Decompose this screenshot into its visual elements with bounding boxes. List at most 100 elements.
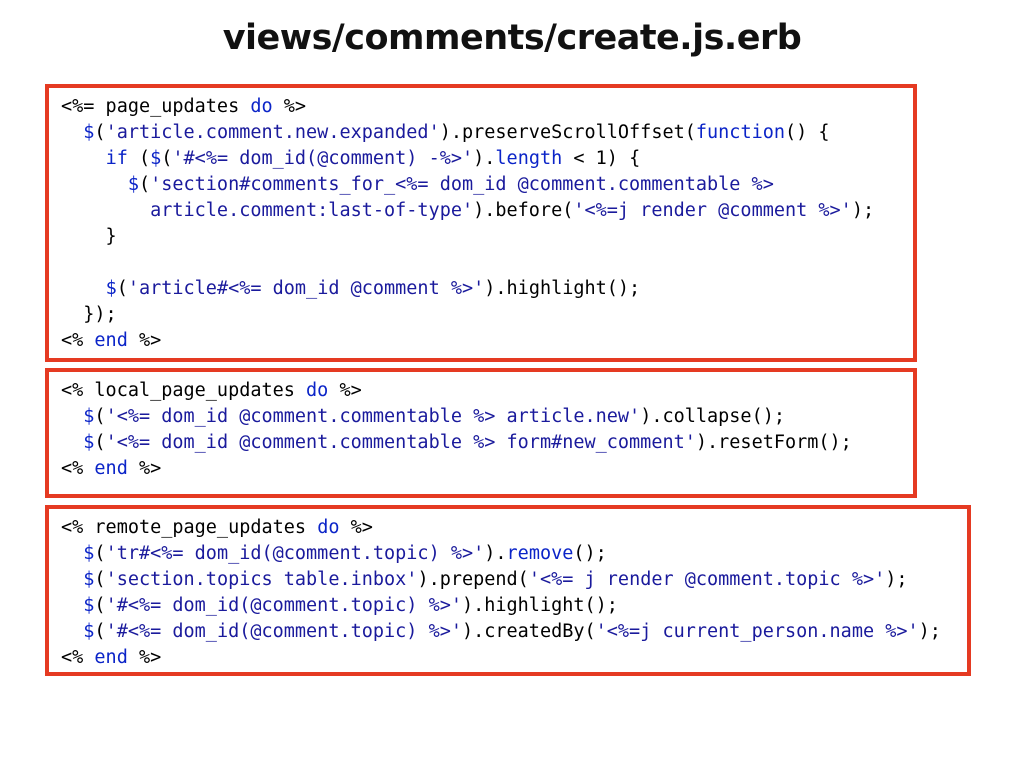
code-text: ( [161,148,173,169]
jquery-dollar: $ [127,174,139,195]
erb-text [61,595,83,616]
code-text: ( [94,569,106,590]
code-text: ).highlight(); [461,595,618,616]
code-line: <%= page_updates do %> [61,94,913,120]
erb-text [61,406,83,427]
erb-text [61,148,106,169]
string-literal: 'section.topics table.inbox' [105,569,418,590]
erb-text [61,543,83,564]
code-line: $('article#<%= dom_id @comment %>').high… [61,276,913,302]
erb-text: %> [339,517,373,538]
code-line: $('<%= dom_id @comment.commentable %> ar… [61,404,913,430]
keyword: end [94,330,128,351]
code-line: } [61,224,913,250]
code-text: ( [94,406,106,427]
string-literal: 'article#<%= dom_id @comment %>' [127,278,485,299]
keyword: end [94,458,128,479]
string-literal: '#<%= dom_id(@comment.topic) %>' [105,595,462,616]
string-literal: 'section#comments_for_<%= dom_id @commen… [150,174,774,195]
erb-text: <%= page_updates [61,96,251,117]
erb-text [61,621,83,642]
string-literal: article.comment:last-of-type' [61,200,474,221]
string-literal: '#<%= dom_id(@comment) -%>' [172,148,474,169]
code-line: <% end %> [61,645,967,671]
jquery-dollar: $ [83,543,95,564]
code-text: ).before( [473,200,574,221]
string-literal: '#<%= dom_id(@comment.topic) %>' [105,621,462,642]
keyword: length [495,148,563,169]
keyword: do [306,380,329,401]
erb-text [61,278,106,299]
keyword: function [695,122,785,143]
jquery-dollar: $ [83,621,95,642]
code-line: <% end %> [61,456,913,482]
erb-text: <% [61,647,95,668]
jquery-dollar: $ [83,122,95,143]
code-line: $('section.topics table.inbox').prepend(… [61,567,967,593]
jquery-dollar: $ [105,278,117,299]
code-line: $('article.comment.new.expanded').preser… [61,120,913,146]
jquery-dollar: $ [83,432,95,453]
code-text: ). [473,148,496,169]
erb-text [61,122,83,143]
code-text: ); [851,200,875,221]
erb-text: %> [127,458,162,479]
code-text: (); [573,543,607,564]
code-text: ( [94,543,106,564]
string-literal: '<%=j render @comment %>' [573,200,852,221]
code-text: ( [94,432,106,453]
keyword: if [105,148,128,169]
string-literal: '<%= j render @comment.topic %>' [528,569,886,590]
code-line: $('<%= dom_id @comment.commentable %> fo… [61,430,913,456]
code-text: ( [127,148,151,169]
jquery-dollar: $ [83,595,95,616]
code-line: $('#<%= dom_id(@comment.topic) %>').high… [61,593,967,619]
erb-text [61,569,83,590]
code-line: <% end %> [61,328,913,354]
erb-text [61,432,83,453]
erb-text: %> [328,380,362,401]
string-literal: '<%= dom_id @comment.commentable %> form… [105,432,696,453]
code-text: < 1) { [562,148,641,169]
string-literal: 'tr#<%= dom_id(@comment.topic) %>' [105,543,485,564]
string-literal: '<%= dom_id @comment.commentable %> arti… [105,406,641,427]
code-text: ).preserveScrollOffset( [439,122,696,143]
code-line: }); [61,302,913,328]
code-text: ).highlight(); [484,278,641,299]
code-text: ).prepend( [417,569,529,590]
keyword: do [250,96,273,117]
code-block-page-updates: <%= page_updates do %> $('article.commen… [45,84,917,362]
erb-text: <% [61,458,95,479]
code-text: ( [116,278,128,299]
keyword: end [94,647,128,668]
string-literal: 'article.comment.new.expanded' [105,122,440,143]
page-title: views/comments/create.js.erb [222,18,802,58]
code-text: ( [138,174,151,195]
code-text: ); [885,569,908,590]
erb-text [61,174,128,195]
jquery-dollar: $ [83,569,95,590]
code-text: ).createdBy( [461,621,596,642]
string-literal: '<%=j current_person.name %>' [595,621,919,642]
erb-text: <% [61,330,95,351]
code-text: () { [785,122,830,143]
jquery-dollar: $ [150,148,162,169]
code-line: if ($('#<%= dom_id(@comment) -%>').lengt… [61,146,913,172]
code-text: } [61,226,117,247]
code-line: article.comment:last-of-type').before('<… [61,198,913,224]
code-text: }); [61,304,117,325]
code-text: ( [94,595,106,616]
code-line: $('#<%= dom_id(@comment.topic) %>').crea… [61,619,967,645]
code-line: <% local_page_updates do %> [61,378,913,404]
code-text: ); [918,621,941,642]
code-line: <% remote_page_updates do %> [61,515,967,541]
erb-text: %> [127,647,162,668]
code-block-local-page-updates: <% local_page_updates do %> $('<%= dom_i… [45,368,917,498]
erb-text: <% remote_page_updates [61,517,318,538]
code-text: ). [484,543,507,564]
erb-text: <% local_page_updates [61,380,307,401]
erb-text: %> [127,330,162,351]
code-text: ( [94,122,106,143]
code-block-remote-page-updates: <% remote_page_updates do %> $('tr#<%= d… [45,505,971,676]
